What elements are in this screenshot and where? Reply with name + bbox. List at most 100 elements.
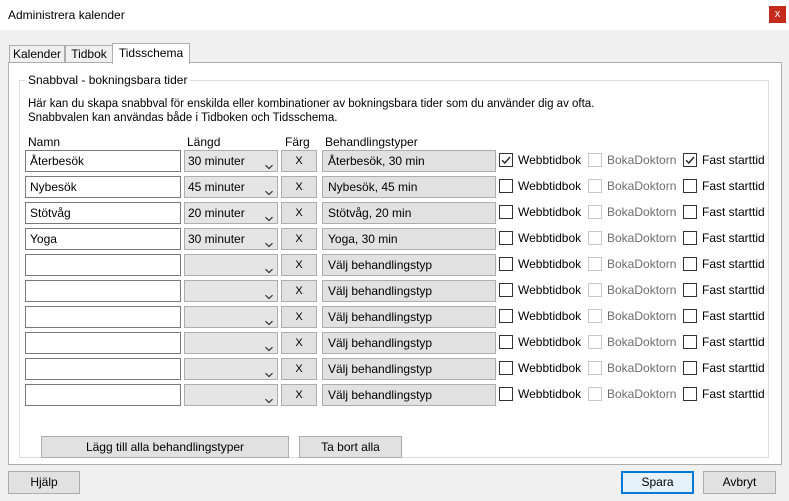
length-select[interactable]	[184, 280, 278, 302]
bokadoktorn-checkbox	[588, 231, 602, 245]
name-input[interactable]: Stötvåg	[25, 202, 181, 224]
webbtidbok-checkbox[interactable]	[499, 387, 513, 401]
color-button[interactable]: X	[281, 332, 317, 354]
treatment-type-button[interactable]: Välj behandlingstyp	[322, 358, 496, 380]
color-button[interactable]: X	[281, 176, 317, 198]
color-button[interactable]: X	[281, 306, 317, 328]
table-row: X Välj behandlingstyp Webbtidbok BokaDoktor…	[20, 384, 768, 406]
fast-starttid-checkbox[interactable]	[683, 231, 697, 245]
save-button[interactable]: Spara	[621, 471, 694, 494]
fast-starttid-checkbox[interactable]	[683, 153, 697, 167]
color-button[interactable]: X	[281, 384, 317, 406]
webbtidbok-label: Webbtidbok	[518, 257, 582, 271]
bokadoktorn-checkbox	[588, 205, 602, 219]
name-input[interactable]	[25, 254, 181, 276]
webbtidbok-checkbox[interactable]	[499, 309, 513, 323]
name-input[interactable]	[25, 332, 181, 354]
webbtidbok-checkbox[interactable]	[499, 257, 513, 271]
chevron-down-icon	[265, 261, 273, 274]
fast-starttid-checkbox[interactable]	[683, 205, 697, 219]
tab-tidbok[interactable]: Tidbok	[65, 45, 113, 63]
name-input[interactable]: Återbesök	[25, 150, 181, 172]
help-button[interactable]: Hjälp	[8, 471, 80, 494]
quick-select-group: Snabbval - bokningsbara tider Här kan du…	[19, 73, 769, 458]
length-select[interactable]: 20 minuter	[184, 202, 278, 224]
chevron-down-icon	[265, 235, 273, 248]
fast-starttid-label: Fast starttid	[702, 309, 765, 323]
length-select[interactable]: 45 minuter	[184, 176, 278, 198]
bokadoktorn-checkbox	[588, 257, 602, 271]
name-input[interactable]	[25, 384, 181, 406]
bokadoktorn-checkbox	[588, 387, 602, 401]
fast-starttid-checkbox[interactable]	[683, 335, 697, 349]
fast-starttid-checkbox[interactable]	[683, 387, 697, 401]
length-select[interactable]: 30 minuter	[184, 228, 278, 250]
webbtidbok-checkbox[interactable]	[499, 283, 513, 297]
fast-starttid-checkbox[interactable]	[683, 257, 697, 271]
close-icon: x	[774, 8, 781, 20]
length-select[interactable]: 30 minuter	[184, 150, 278, 172]
treatment-type-button[interactable]: Yoga, 30 min	[322, 228, 496, 250]
length-select[interactable]	[184, 332, 278, 354]
treatment-type-button[interactable]: Stötvåg, 20 min	[322, 202, 496, 224]
webbtidbok-checkbox[interactable]	[499, 231, 513, 245]
length-value: 20 minuter	[188, 206, 245, 220]
fast-starttid-checkbox[interactable]	[683, 179, 697, 193]
name-input[interactable]	[25, 306, 181, 328]
chevron-down-icon	[265, 157, 273, 170]
webbtidbok-checkbox[interactable]	[499, 205, 513, 219]
color-button[interactable]: X	[281, 202, 317, 224]
webbtidbok-label: Webbtidbok	[518, 153, 582, 167]
color-button[interactable]: X	[281, 254, 317, 276]
chevron-down-icon	[265, 339, 273, 352]
tab-kalender[interactable]: Kalender	[9, 45, 65, 63]
webbtidbok-checkbox[interactable]	[499, 179, 513, 193]
treatment-type-button[interactable]: Välj behandlingstyp	[322, 332, 496, 354]
length-select[interactable]	[184, 358, 278, 380]
name-input[interactable]	[25, 280, 181, 302]
length-select[interactable]	[184, 384, 278, 406]
bokadoktorn-label: BokaDoktorn	[607, 257, 677, 271]
color-button[interactable]: X	[281, 358, 317, 380]
description: Här kan du skapa snabbval för enskilda e…	[28, 98, 595, 124]
bokadoktorn-checkbox	[588, 309, 602, 323]
treatment-type-button[interactable]: Välj behandlingstyp	[322, 306, 496, 328]
webbtidbok-checkbox[interactable]	[499, 335, 513, 349]
webbtidbok-checkbox[interactable]	[499, 361, 513, 375]
length-select[interactable]	[184, 306, 278, 328]
name-input[interactable]	[25, 358, 181, 380]
fast-starttid-label: Fast starttid	[702, 283, 765, 297]
fast-starttid-label: Fast starttid	[702, 231, 765, 245]
color-button[interactable]: X	[281, 150, 317, 172]
treatment-type-button[interactable]: Återbesök, 30 min	[322, 150, 496, 172]
cancel-button[interactable]: Avbryt	[703, 471, 776, 494]
fast-starttid-label: Fast starttid	[702, 257, 765, 271]
fast-starttid-label: Fast starttid	[702, 361, 765, 375]
name-input[interactable]: Yoga	[25, 228, 181, 250]
chevron-down-icon	[265, 183, 273, 196]
webbtidbok-label: Webbtidbok	[518, 283, 582, 297]
fast-starttid-checkbox[interactable]	[683, 309, 697, 323]
bokadoktorn-checkbox	[588, 283, 602, 297]
treatment-type-button[interactable]: Välj behandlingstyp	[322, 384, 496, 406]
color-button[interactable]: X	[281, 228, 317, 250]
tab-tidsschema[interactable]: Tidsschema	[112, 43, 190, 64]
close-button[interactable]: x	[769, 6, 786, 23]
column-header-name: Namn	[28, 135, 61, 149]
fast-starttid-checkbox[interactable]	[683, 283, 697, 297]
bokadoktorn-checkbox	[588, 361, 602, 375]
fast-starttid-checkbox[interactable]	[683, 361, 697, 375]
treatment-type-button[interactable]: Välj behandlingstyp	[322, 280, 496, 302]
webbtidbok-checkbox[interactable]	[499, 153, 513, 167]
name-input[interactable]: Nybesök	[25, 176, 181, 198]
table-row: X Välj behandlingstyp Webbtidbok BokaDoktor…	[20, 358, 768, 380]
color-button[interactable]: X	[281, 280, 317, 302]
add-all-treatments-button[interactable]: Lägg till alla behandlingstyper	[41, 436, 289, 458]
treatment-type-button[interactable]: Välj behandlingstyp	[322, 254, 496, 276]
remove-all-button[interactable]: Ta bort alla	[299, 436, 402, 458]
fast-starttid-label: Fast starttid	[702, 335, 765, 349]
webbtidbok-label: Webbtidbok	[518, 205, 582, 219]
length-select[interactable]	[184, 254, 278, 276]
table-row: X Välj behandlingstyp Webbtidbok BokaDoktor…	[20, 254, 768, 276]
treatment-type-button[interactable]: Nybesök, 45 min	[322, 176, 496, 198]
